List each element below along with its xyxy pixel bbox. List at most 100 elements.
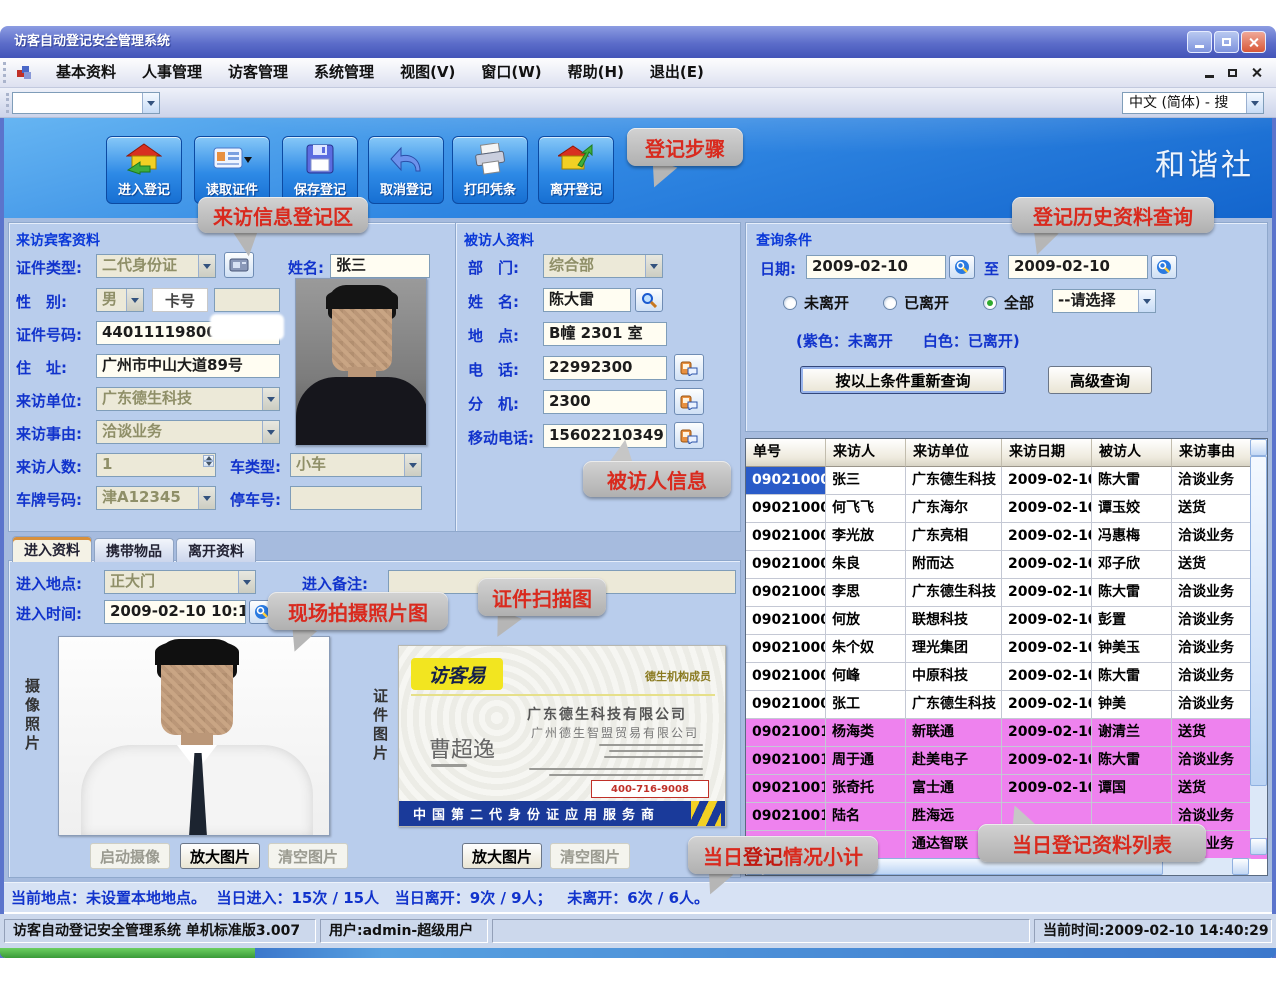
chevron-down-icon[interactable] [142, 93, 159, 113]
date-to-input[interactable]: 2009-02-10 [1008, 255, 1148, 279]
col-header[interactable]: 来访单位 [906, 439, 1002, 467]
scroll-down-icon[interactable] [1250, 838, 1267, 855]
table-row[interactable]: 090210012 张奇托 富士通 2009-02-10 谭国 送货 [746, 775, 1267, 803]
phone-message-icon [680, 428, 698, 444]
chevron-down-icon [198, 255, 215, 277]
scroll-up-icon[interactable] [1250, 439, 1267, 456]
clear-idcard-button[interactable]: 清空图片 [550, 843, 630, 869]
gender-select[interactable]: 男 [96, 288, 144, 312]
date-from-input[interactable]: 2009-02-10 [806, 255, 946, 279]
requery-button[interactable]: 按以上条件重新查询 [800, 366, 1006, 394]
visitor-name-input[interactable]: 张三 [330, 254, 430, 278]
entry-place-label: 进入地点: [16, 573, 82, 594]
menu-item[interactable]: 访客管理 [215, 58, 301, 87]
table-row[interactable]: 090210008 何峰 中原科技 2009-02-10 陈大雷 洽谈业务 [746, 663, 1267, 691]
parking-input[interactable] [290, 486, 422, 510]
table-row[interactable]: 090210003 李光放 广东亮相 2009-02-10 冯惠梅 洽谈业务 [746, 523, 1267, 551]
menu-item[interactable]: 窗口(W) [468, 58, 554, 87]
enter-registration-button[interactable]: 进入登记 [106, 136, 182, 204]
mdi-minimize-icon[interactable] [1205, 75, 1214, 78]
language-bar[interactable]: 中文 (简体) - 搜 [1122, 92, 1264, 114]
color-legend: (紫色：未离开 白色：已离开) [796, 330, 1020, 351]
table-row[interactable]: 090210004 朱良 附而达 2009-02-10 邓子欣 送货 [746, 551, 1267, 579]
call-phone-button[interactable] [674, 354, 704, 381]
mobile-input[interactable]: 15602210349 [543, 424, 667, 448]
table-row[interactable]: 090210001 张三 广东德生科技 2009-02-10 陈大雷 洽谈业务 [746, 467, 1267, 495]
ext-input[interactable]: 2300 [543, 390, 667, 414]
brand-text: 和谐社 [1155, 140, 1254, 184]
mdi-restore-icon[interactable] [1228, 69, 1237, 77]
window-bottom-edge [0, 948, 1276, 958]
advanced-query-button[interactable]: 高级查询 [1048, 366, 1152, 394]
people-count-stepper[interactable]: 1 [96, 453, 216, 477]
col-header[interactable]: 来访人 [826, 439, 906, 467]
stepper-arrows-icon[interactable] [198, 455, 214, 475]
query-filter-select[interactable]: --请选择 [1052, 289, 1156, 313]
table-row[interactable]: 090210010 杨海类 新联通 2009-02-10 谢清兰 送货 [746, 719, 1267, 747]
save-registration-button[interactable]: 保存登记 [282, 136, 358, 204]
print-receipt-button[interactable]: 打印凭条 [452, 136, 528, 204]
visited-panel-title: 被访人资料 [464, 230, 534, 250]
table-row[interactable]: 090210002 何飞飞 广东海尔 2009-02-10 谭玉姣 送货 [746, 495, 1267, 523]
zoom-photo-button[interactable]: 放大图片 [180, 843, 260, 869]
table-row[interactable]: 090210007 朱个奴 理光集团 2009-02-10 钟美玉 洽谈业务 [746, 635, 1267, 663]
plate-select[interactable]: 津A12345 [96, 486, 216, 510]
tab-entry-info[interactable]: 进入资料 [12, 536, 92, 562]
chevron-down-icon[interactable] [1246, 93, 1263, 113]
menu-item[interactable]: 人事管理 [129, 58, 215, 87]
status-bar: 访客自动登记安全管理系统 单机标准版3.007 用户:admin-超级用户 当前… [0, 914, 1276, 948]
radio-not-left[interactable]: 未离开 [783, 292, 849, 313]
start-camera-button[interactable]: 启动摄像 [90, 843, 170, 869]
menu-item[interactable]: 基本资料 [43, 58, 129, 87]
phone-input[interactable]: 22992300 [543, 356, 667, 380]
tab-leave-info[interactable]: 离开资料 [176, 538, 256, 562]
menu-item[interactable]: 系统管理 [301, 58, 387, 87]
col-header[interactable]: 被访人 [1092, 439, 1172, 467]
col-header[interactable]: 来访日期 [1002, 439, 1092, 467]
card-number-label: 卡号 [152, 288, 208, 312]
close-icon[interactable] [1241, 31, 1266, 53]
restore-icon[interactable] [1214, 31, 1239, 53]
radio-left[interactable]: 已离开 [883, 292, 949, 313]
call-mobile-button[interactable] [674, 422, 704, 449]
menu-item[interactable]: 视图(V) [387, 58, 468, 87]
call-ext-button[interactable] [674, 388, 704, 415]
date-picker-icon [1156, 259, 1172, 275]
search-person-button[interactable] [635, 288, 663, 312]
menu-item[interactable]: 帮助(H) [555, 58, 637, 87]
address-input[interactable]: 广州市中山大道89号 [96, 354, 280, 378]
card-number-input[interactable] [214, 288, 280, 312]
col-header[interactable]: 单号 [746, 439, 826, 467]
scroll-right-icon[interactable] [1232, 858, 1249, 875]
table-row[interactable]: 090210011 周于通 赴美电子 2009-02-10 陈大雷 洽谈业务 [746, 747, 1267, 775]
v-scrollbar-thumb[interactable] [1250, 456, 1267, 786]
entry-place-select[interactable]: 正大门 [104, 570, 256, 594]
ext-label: 分 机: [468, 393, 519, 414]
table-row[interactable]: 090210005 李思 广东德生科技 2009-02-10 陈大雷 洽谈业务 [746, 579, 1267, 607]
vehicle-type-select[interactable]: 小车 [290, 453, 422, 477]
date-from-picker-button[interactable] [949, 255, 975, 279]
cancel-registration-button[interactable]: 取消登记 [368, 136, 444, 204]
quick-select-combobox[interactable] [12, 92, 160, 114]
radio-all[interactable]: 全部 [983, 292, 1034, 313]
clear-photo-button[interactable]: 清空图片 [268, 843, 348, 869]
minimize-icon[interactable] [1187, 31, 1212, 53]
tab-carried-items[interactable]: 携带物品 [94, 538, 174, 562]
table-row[interactable]: 090210009 张工 广东德生科技 2009-02-10 钟美 洽谈业务 [746, 691, 1267, 719]
leave-registration-button[interactable]: 离开登记 [538, 136, 614, 204]
visit-reason-select[interactable]: 洽谈业务 [96, 420, 280, 444]
date-to-picker-button[interactable] [1151, 255, 1177, 279]
visit-company-select[interactable]: 广东德生科技 [96, 387, 280, 411]
toolbar-grip [3, 62, 6, 82]
entry-time-input[interactable]: 2009-02-10 10:16 [104, 600, 246, 624]
id-type-select[interactable]: 二代身份证 [96, 254, 216, 278]
read-id-card-button[interactable]: 读取证件 [194, 136, 270, 204]
menu-item[interactable]: 退出(E) [637, 58, 717, 87]
visited-name-input[interactable]: 陈大雷 [543, 288, 631, 312]
mdi-close-icon[interactable] [1251, 67, 1262, 78]
table-row[interactable]: 090210006 何放 联想科技 2009-02-10 彭置 洽谈业务 [746, 607, 1267, 635]
place-input[interactable]: B幢 2301 室 [543, 322, 667, 346]
zoom-idcard-button[interactable]: 放大图片 [462, 843, 542, 869]
col-header[interactable]: 来访事由 [1172, 439, 1251, 467]
dept-select[interactable]: 综合部 [543, 254, 663, 278]
